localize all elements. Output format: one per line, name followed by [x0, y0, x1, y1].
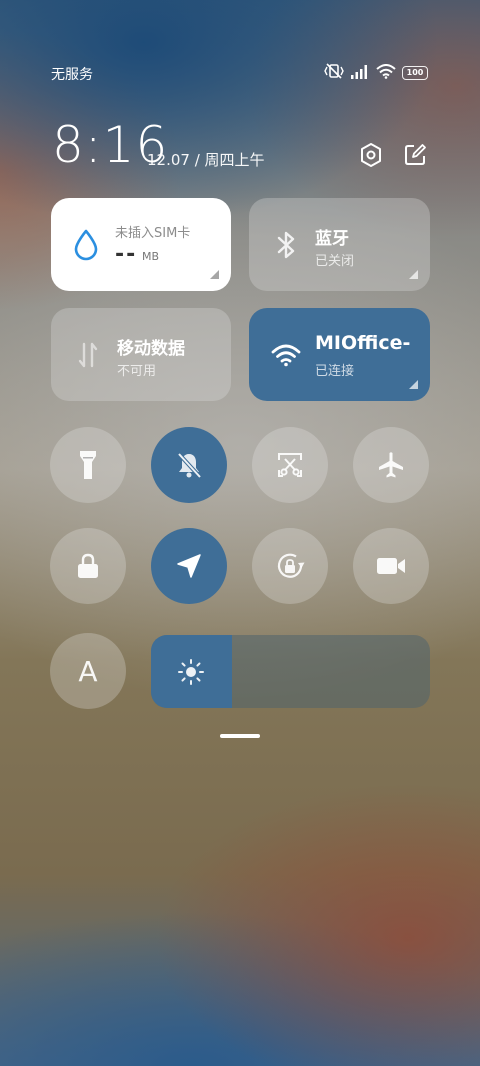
screenshot-icon	[278, 453, 302, 477]
screenshot-toggle[interactable]	[252, 427, 328, 503]
data-usage-tile[interactable]: 未插入SIM卡 -- MB	[51, 198, 231, 291]
rotation-lock-toggle[interactable]	[252, 528, 328, 604]
gear-icon	[361, 143, 381, 167]
mute-toggle[interactable]	[151, 427, 227, 503]
rotation-lock-icon	[277, 553, 305, 578]
video-camera-icon	[377, 558, 405, 574]
carrier-status: 无服务	[51, 67, 93, 83]
bluetooth-status: 已关闭	[315, 254, 355, 269]
wifi-network-name: MIOffice-	[315, 332, 411, 354]
location-toggle[interactable]	[151, 528, 227, 604]
wifi-icon	[271, 338, 301, 372]
edit-button[interactable]	[402, 142, 428, 168]
airplane-mode-toggle[interactable]	[353, 427, 429, 503]
mobile-data-status: 不可用	[117, 364, 157, 379]
airplane-icon	[379, 452, 403, 478]
sim-status-label: 未插入SIM卡	[115, 226, 191, 241]
signal-icon	[350, 64, 370, 83]
font-size-icon: A	[78, 654, 98, 688]
flashlight-toggle[interactable]	[50, 427, 126, 503]
bluetooth-icon	[271, 228, 301, 262]
vibrate-off-icon	[324, 63, 344, 83]
screen-recorder-toggle[interactable]	[353, 528, 429, 604]
date-weekday: 12.07 / 周四上午	[147, 151, 265, 169]
reading-mode-toggle[interactable]: A	[50, 633, 126, 709]
battery-icon: 100	[402, 66, 428, 80]
lock-screen-toggle[interactable]	[50, 528, 126, 604]
wifi-tile[interactable]: MIOffice- 已连接	[249, 308, 430, 401]
status-icons: 100	[324, 63, 428, 83]
data-usage-unit: MB	[142, 250, 160, 263]
home-indicator[interactable]	[220, 734, 260, 738]
mobile-data-tile[interactable]: 移动数据 不可用	[51, 308, 231, 401]
mobile-data-title: 移动数据	[117, 339, 185, 359]
expand-corner-icon	[409, 380, 418, 389]
expand-corner-icon	[409, 270, 418, 279]
lock-icon	[78, 553, 98, 578]
data-usage-value: --	[115, 242, 138, 267]
wifi-status-icon	[376, 63, 396, 83]
control-center: 无服务 100 8:16 12.07 / 周四上午 未插入SIM卡 -- MB …	[0, 0, 480, 1066]
settings-button[interactable]	[358, 142, 384, 168]
sun-icon	[178, 659, 204, 685]
data-transfer-icon	[73, 338, 103, 372]
mute-bell-icon	[177, 452, 202, 479]
wifi-status: 已连接	[315, 364, 355, 379]
edit-icon	[405, 144, 426, 165]
water-drop-icon	[71, 228, 101, 262]
brightness-slider[interactable]	[151, 635, 430, 708]
location-icon	[177, 554, 201, 578]
expand-corner-icon	[210, 270, 219, 279]
bluetooth-tile[interactable]: 蓝牙 已关闭	[249, 198, 430, 291]
bluetooth-title: 蓝牙	[315, 229, 349, 249]
flashlight-icon	[80, 451, 96, 479]
